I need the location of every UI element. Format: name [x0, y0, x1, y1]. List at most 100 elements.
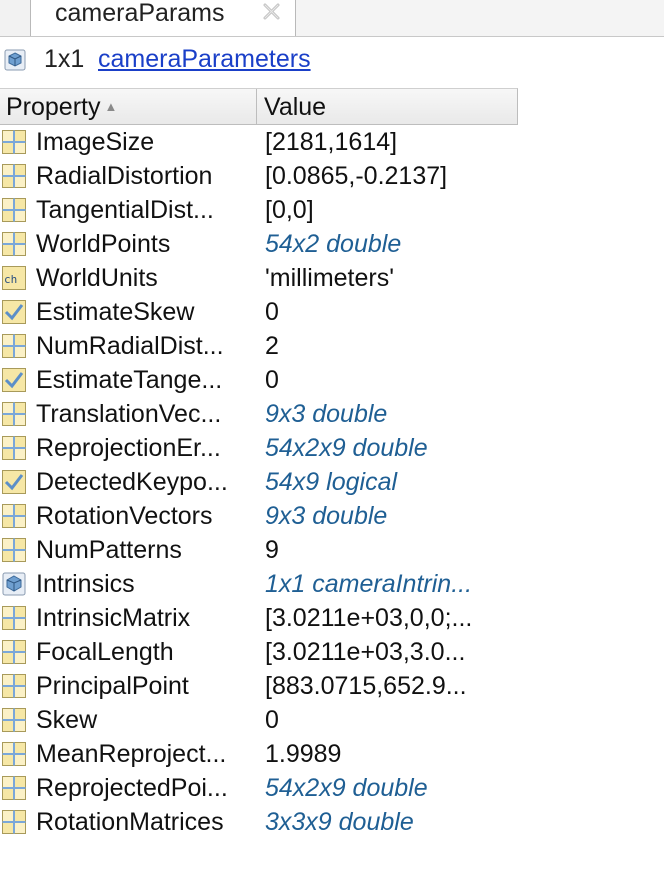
- column-divider[interactable]: [256, 89, 257, 124]
- property-value: [3.0211e+03,0,0;...: [265, 604, 473, 632]
- table-row[interactable]: RadialDistortion [0.0865,-0.2137]: [0, 159, 518, 193]
- table-row[interactable]: ch WorldUnits 'millimeters': [0, 261, 518, 295]
- table-row[interactable]: PrincipalPoint [883.0715,652.9...: [0, 669, 518, 703]
- table-row[interactable]: IntrinsicMatrix [3.0211e+03,0,0;...: [0, 601, 518, 635]
- property-value-link[interactable]: 9x3 double: [265, 397, 515, 431]
- property-value: [3.0211e+03,3.0...: [265, 638, 466, 666]
- table-row[interactable]: EstimateTange... 0: [0, 363, 518, 397]
- close-icon[interactable]: [262, 1, 282, 21]
- property-value-link[interactable]: 54x9 logical: [265, 465, 515, 499]
- property-value: 9: [265, 536, 279, 564]
- property-name: WorldPoints: [36, 230, 171, 258]
- property-value-link[interactable]: 9x3 double: [265, 499, 515, 533]
- matrix-icon: [2, 674, 26, 698]
- property-name: RadialDistortion: [36, 162, 213, 190]
- property-name: ReprojectedPoi...: [36, 774, 228, 802]
- property-value: 1.9989: [265, 740, 342, 768]
- matrix-icon: [2, 538, 26, 562]
- matrix-icon: [2, 708, 26, 732]
- table-row[interactable]: TangentialDist... [0,0]: [0, 193, 518, 227]
- property-name: NumPatterns: [36, 536, 182, 564]
- property-name: WorldUnits: [36, 264, 158, 292]
- table-row[interactable]: Skew 0: [0, 703, 518, 737]
- table-row[interactable]: EstimateSkew 0: [0, 295, 518, 329]
- table-row[interactable]: FocalLength [3.0211e+03,3.0...: [0, 635, 518, 669]
- tab-strip-background: [296, 0, 664, 36]
- property-value: [0,0]: [265, 196, 314, 224]
- table-row[interactable]: NumRadialDist... 2: [0, 329, 518, 363]
- matrix-icon: [2, 232, 26, 256]
- property-name: Intrinsics: [36, 570, 135, 598]
- property-name: TangentialDist...: [36, 196, 214, 224]
- table-row[interactable]: Intrinsics 1x1 cameraIntrin...: [0, 567, 518, 601]
- property-value: 2: [265, 332, 279, 360]
- table-row[interactable]: ImageSize [2181,1614]: [0, 125, 518, 159]
- matrix-icon: [2, 742, 26, 766]
- table-row[interactable]: NumPatterns 9: [0, 533, 518, 567]
- property-name: TranslationVec...: [36, 400, 222, 428]
- property-name: DetectedKeypo...: [36, 468, 228, 496]
- logical-icon: [2, 470, 26, 494]
- property-name: NumRadialDist...: [36, 332, 224, 360]
- table-row[interactable]: RotationVectors 9x3 double: [0, 499, 518, 533]
- object-icon: [4, 49, 26, 71]
- property-name: PrincipalPoint: [36, 672, 189, 700]
- logical-icon: [2, 368, 26, 392]
- logical-icon: [2, 300, 26, 324]
- table-row[interactable]: ReprojectionEr... 54x2x9 double: [0, 431, 518, 465]
- variable-header: 1x1 cameraParameters: [0, 42, 664, 76]
- property-name: RotationVectors: [36, 502, 213, 530]
- table-row[interactable]: ReprojectedPoi... 54x2x9 double: [0, 771, 518, 805]
- table-row[interactable]: WorldPoints 54x2 double: [0, 227, 518, 261]
- matrix-icon: [2, 198, 26, 222]
- property-column-label: Property: [6, 93, 101, 121]
- property-column-header[interactable]: Property ▲: [6, 89, 254, 124]
- value-column-header[interactable]: Value: [264, 89, 326, 124]
- property-value: [2181,1614]: [265, 128, 398, 156]
- variable-size: 1x1: [44, 45, 85, 73]
- property-value: 0: [265, 706, 279, 734]
- matrix-icon: [2, 810, 26, 834]
- matrix-icon: [2, 776, 26, 800]
- property-value: [0.0865,-0.2137]: [265, 162, 448, 190]
- svg-text:ch: ch: [4, 273, 17, 286]
- table-row[interactable]: RotationMatrices 3x3x9 double: [0, 805, 518, 839]
- tab-strip-left-edge: [0, 0, 31, 36]
- matrix-icon: [2, 402, 26, 426]
- sort-ascending-icon: ▲: [104, 99, 118, 114]
- property-name: ReprojectionEr...: [36, 434, 221, 462]
- property-value-link[interactable]: 54x2x9 double: [265, 431, 515, 465]
- property-name: MeanReproject...: [36, 740, 227, 768]
- property-value: 'millimeters': [265, 264, 394, 292]
- matrix-icon: [2, 164, 26, 188]
- matrix-icon: [2, 130, 26, 154]
- property-value-link[interactable]: 1x1 cameraIntrin...: [265, 567, 515, 601]
- property-value: 0: [265, 298, 279, 326]
- property-value-link[interactable]: 54x2 double: [265, 227, 515, 261]
- matrix-icon: [2, 436, 26, 460]
- matrix-icon: [2, 334, 26, 358]
- property-name: ImageSize: [36, 128, 155, 156]
- property-name: IntrinsicMatrix: [36, 604, 191, 632]
- property-value-link[interactable]: 3x3x9 double: [265, 805, 515, 839]
- table-row[interactable]: MeanReproject... 1.9989: [0, 737, 518, 771]
- table-row[interactable]: DetectedKeypo... 54x9 logical: [0, 465, 518, 499]
- table-header: Property ▲ Value: [0, 88, 518, 125]
- property-name: EstimateSkew: [36, 298, 195, 326]
- value-column-label: Value: [264, 93, 327, 121]
- table-body: ImageSize [2181,1614] RadialDistortion [0.0…: [0, 125, 518, 839]
- matrix-icon: [2, 504, 26, 528]
- matrix-icon: [2, 606, 26, 630]
- class-link[interactable]: cameraParameters: [98, 44, 311, 74]
- property-name: RotationMatrices: [36, 808, 224, 836]
- property-value-link[interactable]: 54x2x9 double: [265, 771, 515, 805]
- property-name: FocalLength: [36, 638, 174, 666]
- object-icon: [2, 572, 26, 596]
- table-row[interactable]: TranslationVec... 9x3 double: [0, 397, 518, 431]
- tab-title: cameraParams: [55, 0, 225, 27]
- property-name: EstimateTange...: [36, 366, 223, 394]
- property-value: [883.0715,652.9...: [265, 672, 467, 700]
- char-icon: ch: [2, 266, 26, 290]
- tab-strip: cameraParams: [0, 0, 664, 37]
- tab-cameraparams[interactable]: cameraParams: [30, 0, 296, 36]
